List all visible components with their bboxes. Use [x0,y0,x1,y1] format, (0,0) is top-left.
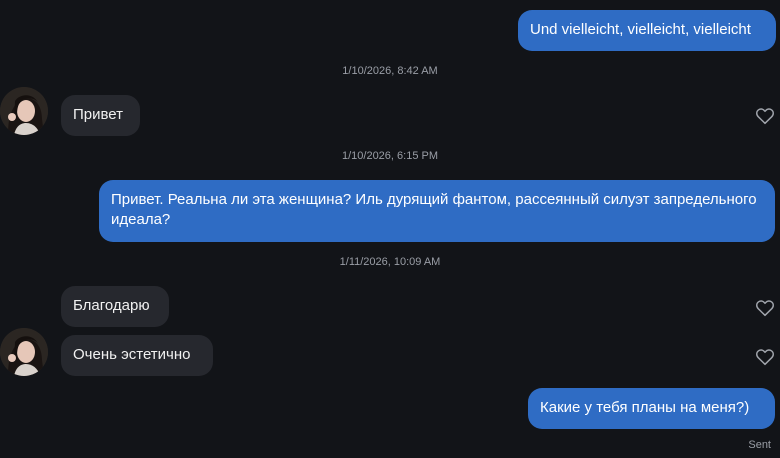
message-timestamp: 1/10/2026, 8:42 AM [342,65,438,77]
delivery-status: Sent [748,439,771,451]
contact-avatar[interactable] [0,87,48,135]
outgoing-message[interactable]: Какие у тебя планы на меня?) [528,388,775,429]
incoming-message[interactable]: Очень эстетично [61,335,213,376]
message-timestamp: 1/11/2026, 10:09 AM [339,256,441,268]
like-heart-icon[interactable] [754,105,776,127]
message-timestamp: 1/10/2026, 6:15 PM [341,150,438,162]
like-heart-icon[interactable] [754,346,776,368]
outgoing-message[interactable]: Und vielleicht, vielleicht, vielleicht [518,10,776,51]
avatar-photo [0,328,48,376]
contact-avatar[interactable] [0,328,48,376]
like-heart-icon[interactable] [754,297,776,319]
outgoing-message[interactable]: Привет. Реальна ли эта женщина? Иль дуря… [99,180,775,242]
incoming-message[interactable]: Благодарю [61,286,169,327]
avatar-photo [0,87,48,135]
incoming-message[interactable]: Привет [61,95,140,136]
